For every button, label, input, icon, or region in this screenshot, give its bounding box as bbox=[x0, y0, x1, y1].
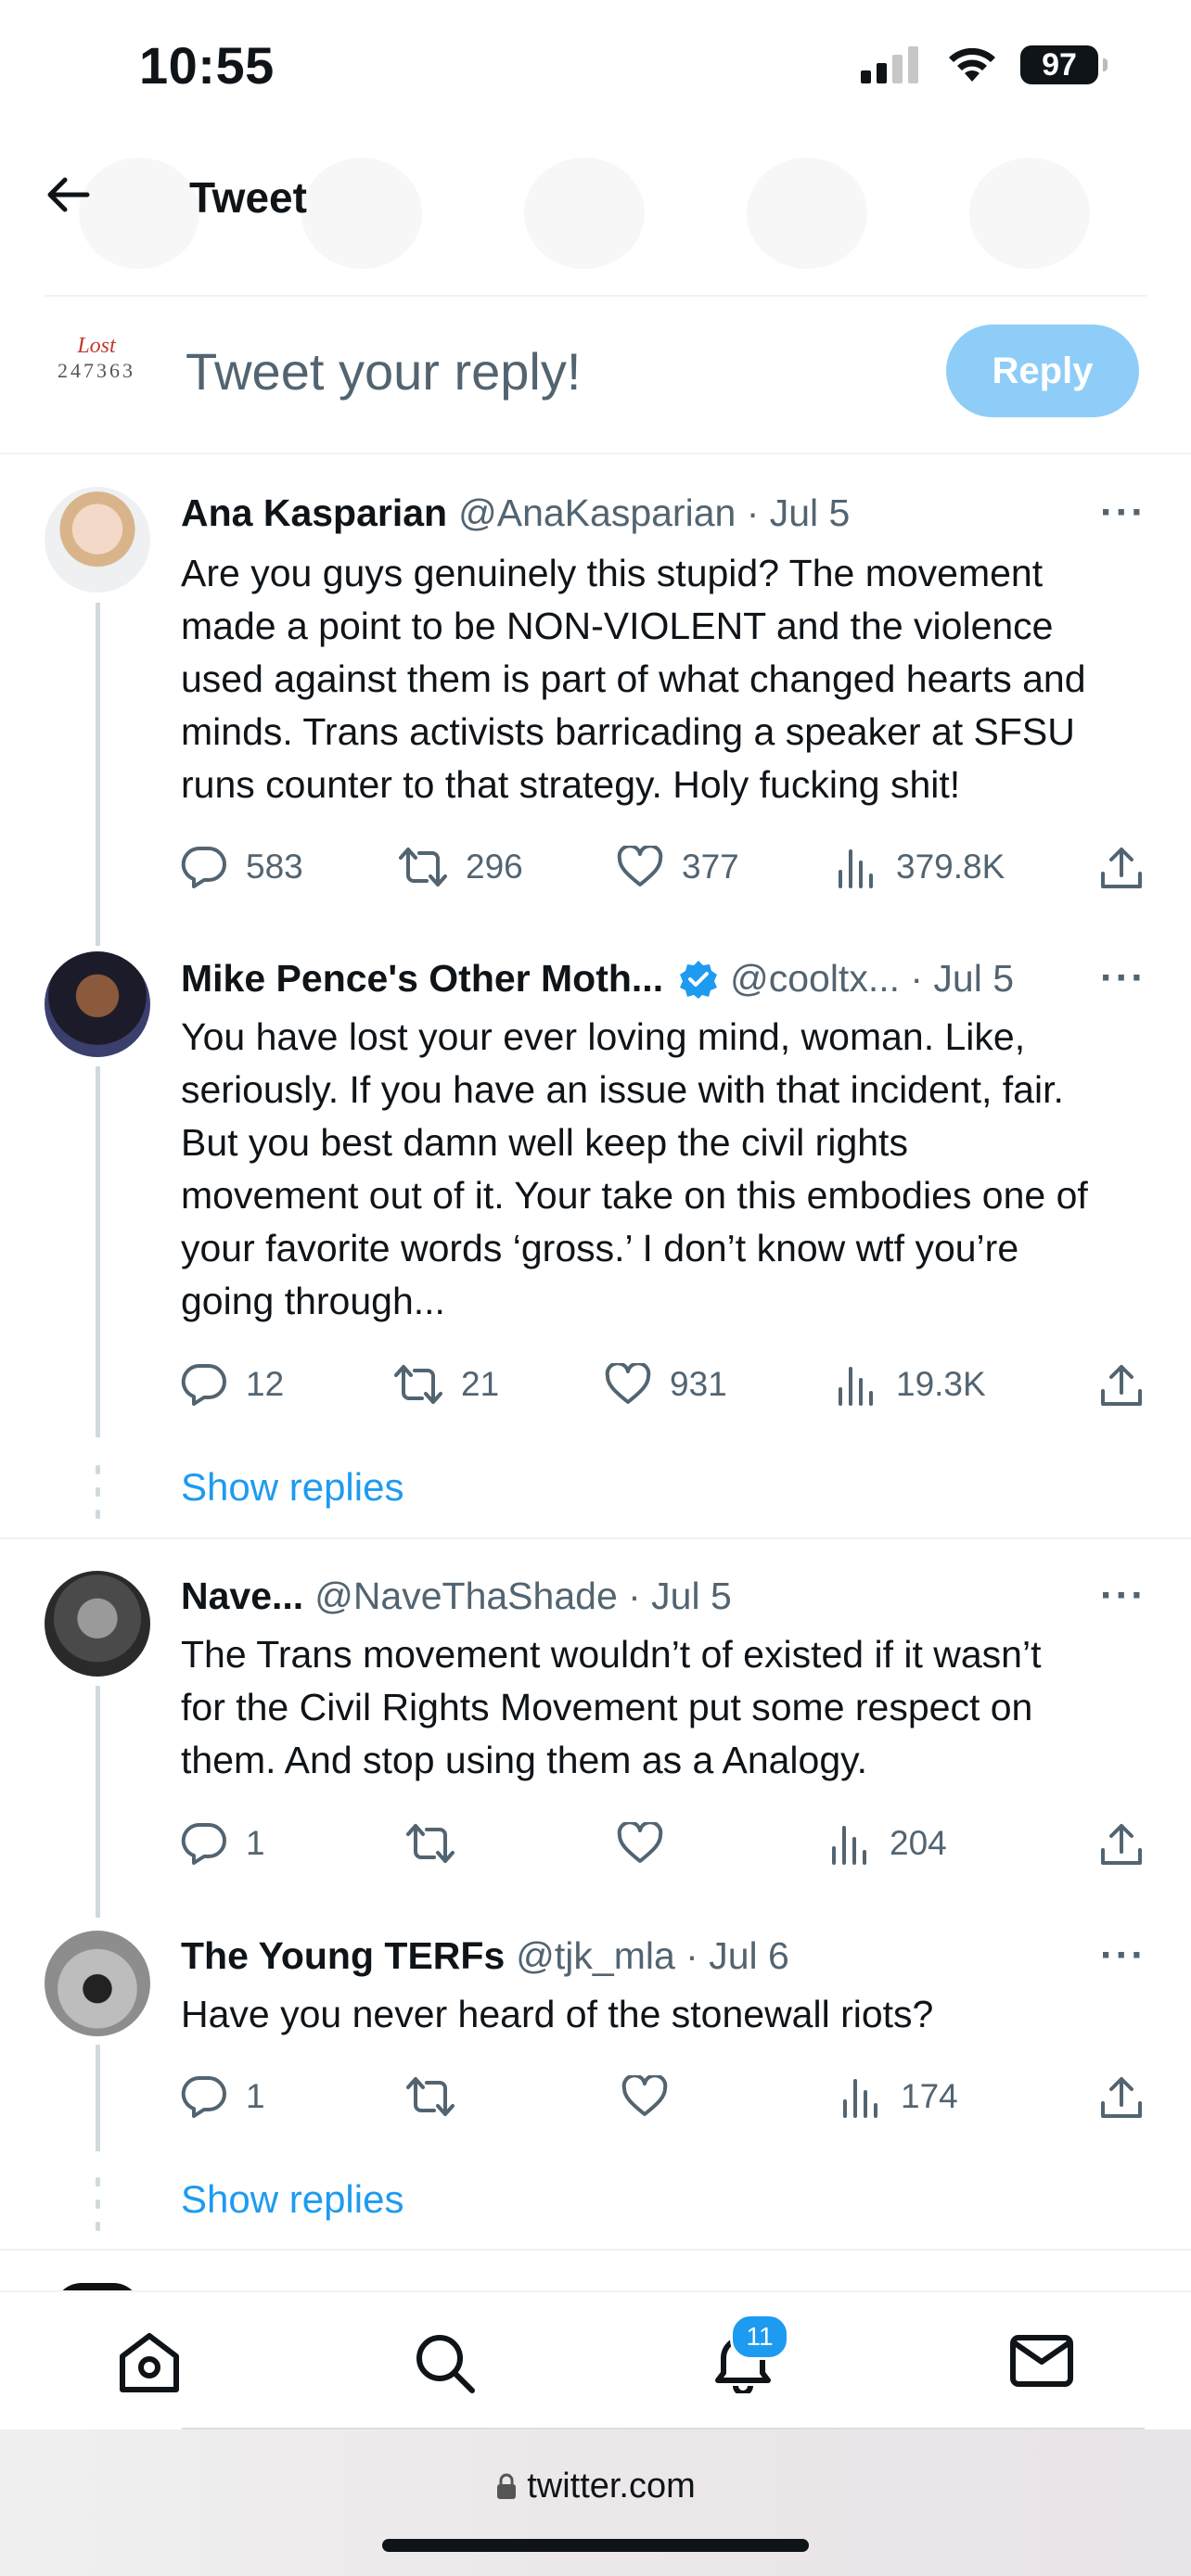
author-name[interactable]: Mike Pence's Other Moth... bbox=[181, 957, 663, 1001]
share-icon[interactable] bbox=[1098, 2075, 1145, 2120]
share-icon[interactable] bbox=[1098, 1363, 1145, 1408]
url-bar-divider bbox=[182, 2428, 1145, 2429]
author-handle[interactable]: @NaveThaShade · Jul 5 bbox=[314, 1575, 732, 1618]
messages-envelope-icon[interactable] bbox=[1009, 2332, 1074, 2390]
views-icon bbox=[839, 849, 873, 888]
views-icon bbox=[832, 1826, 866, 1865]
reply-icon bbox=[181, 846, 226, 888]
header-backdrop bbox=[524, 158, 645, 269]
verified-badge-icon bbox=[680, 960, 718, 999]
author-name[interactable]: Ana Kasparian bbox=[181, 491, 447, 535]
home-icon[interactable] bbox=[117, 2332, 182, 2393]
views-action[interactable]: 379.8K bbox=[835, 846, 1005, 888]
reply-input[interactable]: Tweet your reply! bbox=[186, 341, 581, 402]
heart-icon bbox=[617, 846, 663, 886]
composer-divider bbox=[0, 453, 1191, 454]
header-backdrop bbox=[969, 158, 1090, 269]
reply-icon bbox=[181, 1822, 226, 1865]
author-handle[interactable]: @tjk_mla · Jul 6 bbox=[516, 1934, 789, 1978]
author-handle[interactable]: @AnaKasparian · Jul 5 bbox=[458, 491, 850, 535]
like-action[interactable] bbox=[617, 1822, 682, 1865]
more-options-icon[interactable]: ··· bbox=[1100, 955, 1146, 1001]
share-icon[interactable] bbox=[1098, 846, 1145, 890]
lock-icon bbox=[497, 2473, 517, 2499]
back-arrow-icon[interactable] bbox=[41, 167, 96, 223]
signal-icon bbox=[861, 46, 918, 83]
more-options-icon[interactable]: ··· bbox=[1100, 1932, 1146, 1979]
avatar[interactable] bbox=[45, 1571, 150, 1677]
reply-action[interactable]: 1 bbox=[181, 2075, 265, 2118]
composer-avatar[interactable]: Lost 247363 bbox=[43, 326, 150, 391]
like-action[interactable]: 377 bbox=[617, 846, 739, 888]
heart-icon bbox=[605, 1363, 651, 1404]
reply-action[interactable]: 583 bbox=[181, 846, 303, 888]
retweet-action[interactable] bbox=[406, 2075, 473, 2118]
tweet-header: Ana Kasparian @AnaKasparian · Jul 5 bbox=[181, 491, 850, 535]
thread-continuation bbox=[96, 1465, 100, 1532]
header-backdrop bbox=[79, 158, 199, 269]
author-handle[interactable]: @cooltx... · Jul 5 bbox=[730, 957, 1014, 1001]
avatar[interactable] bbox=[45, 1931, 150, 2036]
thread-line bbox=[96, 603, 100, 946]
retweet-icon bbox=[399, 848, 447, 886]
show-replies-link[interactable]: Show replies bbox=[181, 1465, 403, 1510]
views-action[interactable]: 19.3K bbox=[835, 1363, 986, 1406]
conversation-divider bbox=[0, 1537, 1191, 1539]
reply-button[interactable]: Reply bbox=[946, 325, 1139, 417]
wifi-icon bbox=[949, 47, 995, 82]
like-action[interactable] bbox=[621, 2075, 686, 2118]
more-options-icon[interactable]: ··· bbox=[1100, 490, 1146, 536]
heart-icon bbox=[621, 2075, 668, 2116]
views-icon bbox=[839, 1367, 873, 1406]
retweet-action[interactable] bbox=[406, 1822, 473, 1865]
composer-avatar-image: Lost 247363 bbox=[58, 334, 135, 382]
like-action[interactable]: 931 bbox=[605, 1363, 727, 1406]
page-title: Tweet bbox=[189, 173, 307, 222]
header-backdrop bbox=[301, 158, 422, 269]
heart-icon bbox=[617, 1822, 663, 1863]
author-name[interactable]: Nave... bbox=[181, 1575, 303, 1618]
avatar[interactable] bbox=[45, 951, 150, 1057]
tweet-text: Are you guys genuinely this stupid? The … bbox=[181, 552, 1086, 806]
conversation-divider bbox=[0, 2249, 1191, 2251]
thread-line bbox=[96, 1066, 100, 1437]
reply-icon bbox=[181, 1363, 226, 1406]
retweet-action[interactable]: 296 bbox=[399, 846, 523, 888]
search-icon[interactable] bbox=[414, 2332, 477, 2395]
views-icon bbox=[843, 2079, 877, 2118]
notifications-badge: 11 bbox=[730, 2314, 789, 2360]
reply-action[interactable]: 12 bbox=[181, 1363, 284, 1406]
views-action[interactable]: 174 bbox=[839, 2075, 958, 2118]
show-replies-link[interactable]: Show replies bbox=[181, 2177, 403, 2222]
tweet-text: Have you never heard of the stonewall ri… bbox=[181, 1993, 934, 2035]
tweet-header: Nave... @NaveThaShade · Jul 5 bbox=[181, 1575, 732, 1618]
avatar[interactable] bbox=[45, 487, 150, 593]
thread-line bbox=[96, 1686, 100, 1918]
header-backdrop bbox=[747, 158, 867, 269]
home-indicator bbox=[382, 2539, 809, 2552]
more-options-icon[interactable]: ··· bbox=[1100, 1573, 1146, 1619]
url-display[interactable]: twitter.com bbox=[0, 2467, 1191, 2506]
svg-text:247363: 247363 bbox=[58, 359, 135, 382]
reply-icon bbox=[181, 2075, 226, 2118]
header-divider bbox=[45, 295, 1146, 297]
retweet-icon bbox=[406, 2077, 455, 2116]
retweet-icon bbox=[406, 1824, 455, 1863]
share-icon[interactable] bbox=[1098, 1822, 1145, 1867]
views-action[interactable]: 204 bbox=[828, 1822, 947, 1865]
status-icons: 97 bbox=[859, 45, 1108, 85]
reply-action[interactable]: 1 bbox=[181, 1822, 265, 1865]
svg-text:Lost: Lost bbox=[76, 334, 117, 358]
tweet-header: The Young TERFs @tjk_mla · Jul 6 bbox=[181, 1934, 789, 1978]
thread-continuation bbox=[96, 2177, 100, 2244]
retweet-icon bbox=[394, 1365, 442, 1404]
tweet-header: Mike Pence's Other Moth... @cooltx... · … bbox=[181, 957, 1014, 1001]
tweet-text: You have lost your ever loving mind, wom… bbox=[181, 1015, 1088, 1322]
author-name[interactable]: The Young TERFs bbox=[181, 1934, 505, 1978]
tweet-text: The Trans movement wouldn’t of existed i… bbox=[181, 1633, 1042, 1781]
retweet-action[interactable]: 21 bbox=[394, 1363, 499, 1406]
battery-indicator: 97 bbox=[1020, 45, 1108, 84]
status-time: 10:55 bbox=[139, 36, 275, 95]
thread-line bbox=[96, 2045, 100, 2151]
